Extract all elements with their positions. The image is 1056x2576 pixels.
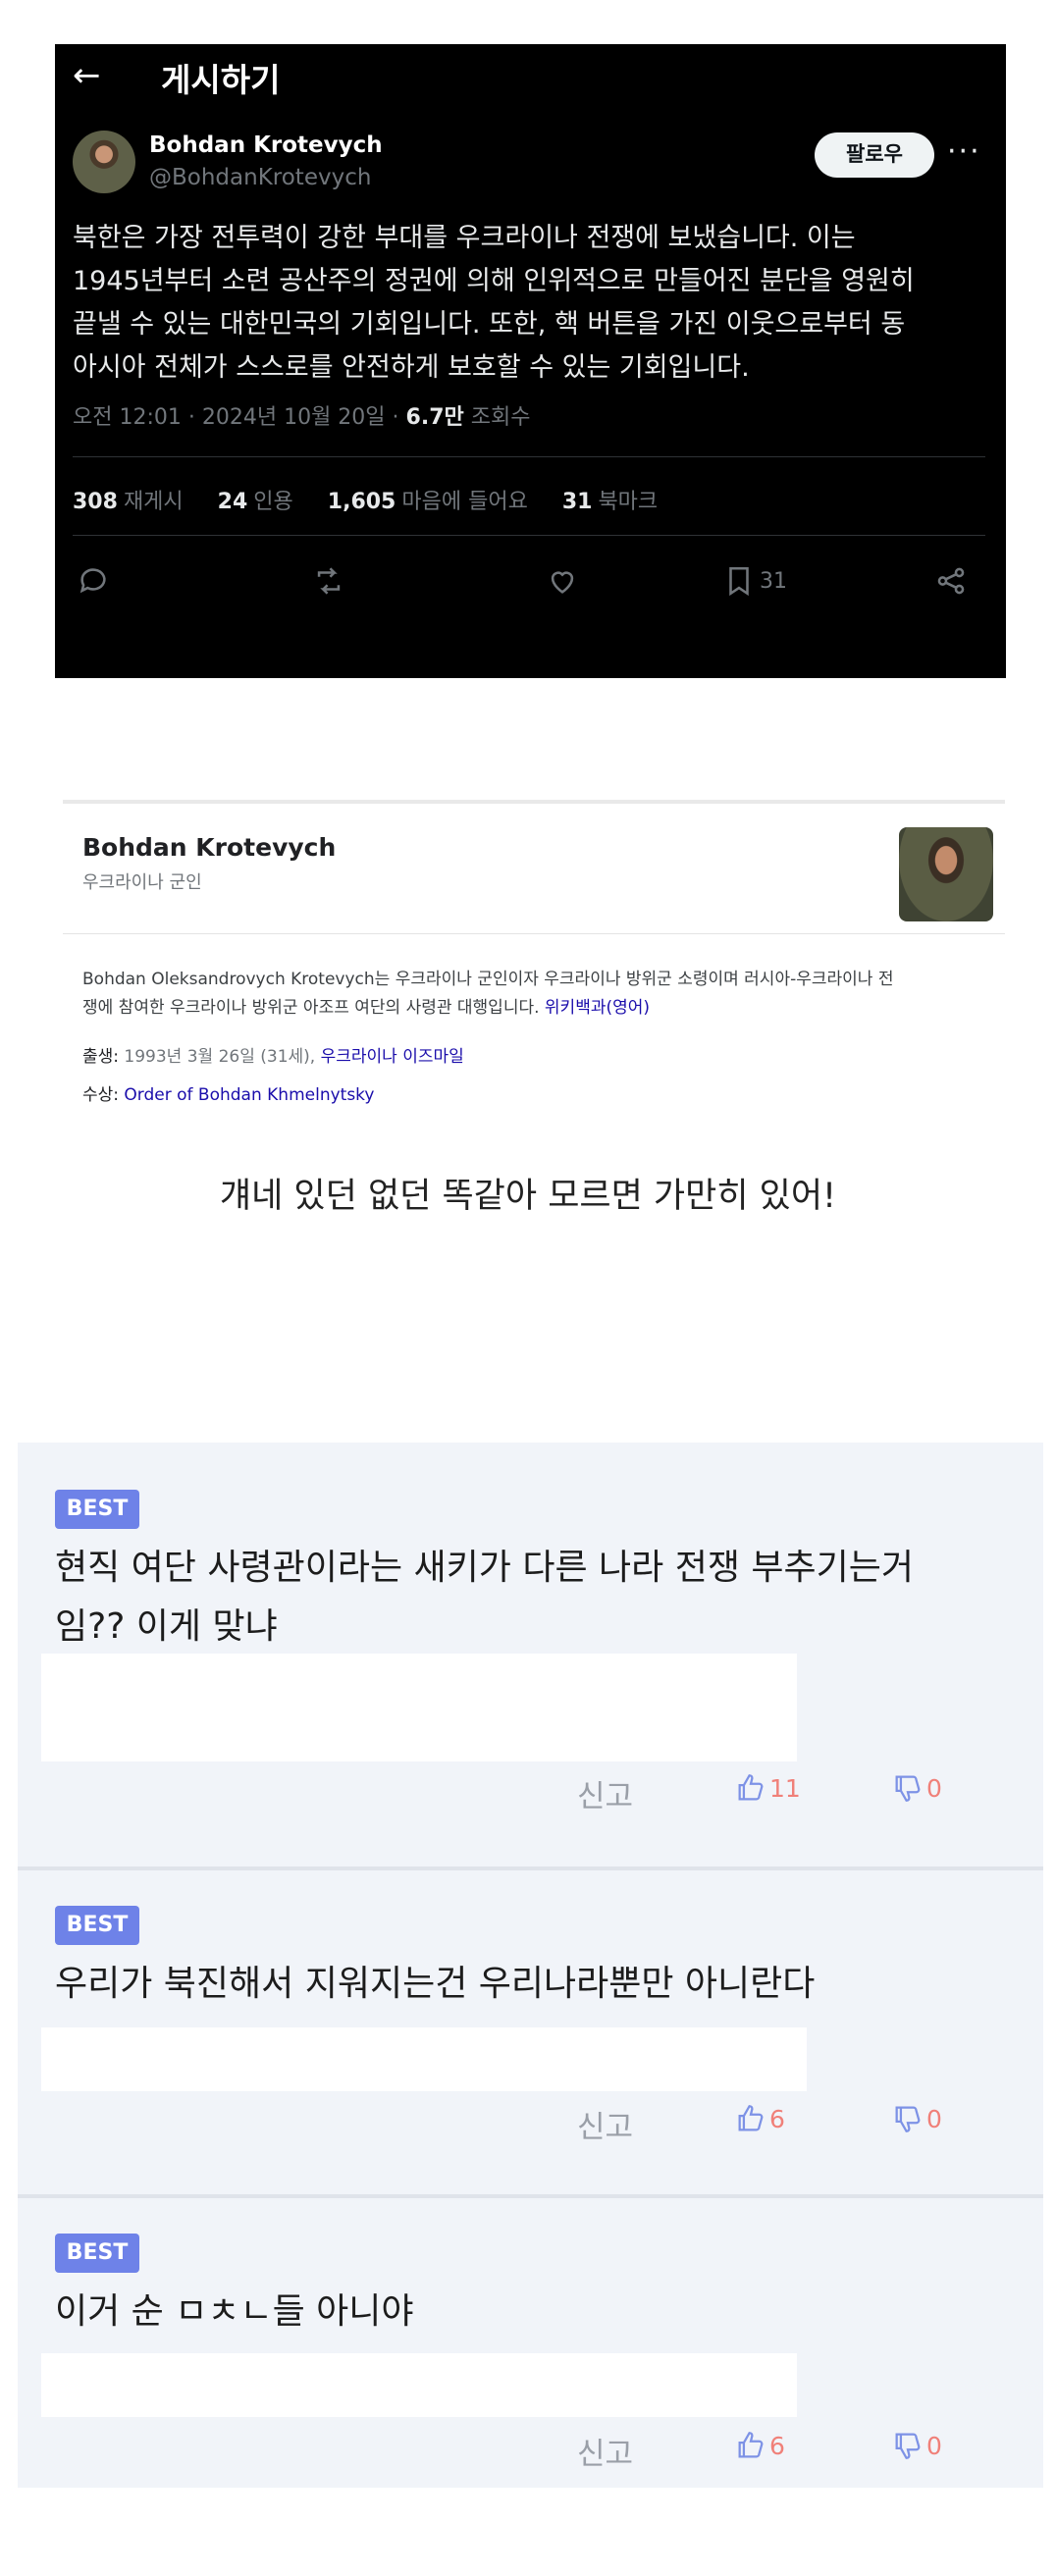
tweet-body-line: 북한은 가장 전투력이 강한 부대를 우크라이나 전쟁에 보냈습니다. 이는 [73, 223, 856, 253]
dislike-count: 0 [926, 1773, 942, 1803]
dislike-count: 0 [926, 2431, 942, 2460]
thumbs-down-icon [895, 2433, 921, 2459]
born-label: 출생: [82, 1047, 120, 1067]
arrow-left-icon[interactable]: ← [73, 56, 101, 95]
repost-count: 308 [73, 490, 118, 514]
comment-text-line: 현직 여단 사령관이라는 새키가 다른 나라 전쟁 부추기는거 [55, 1548, 914, 1588]
view-count-label: 조회수 [463, 405, 531, 430]
knowledge-card: Bohdan Krotevych 우크라이나 군인 Bohdan Oleksan… [63, 800, 1005, 1110]
born-value: 1993년 3월 26일 (31세), [124, 1047, 316, 1067]
repost-icon[interactable] [312, 564, 345, 598]
divider [73, 535, 985, 536]
heart-icon[interactable] [546, 564, 579, 598]
comment-text-line: 임?? 이게 맞냐 [55, 1606, 278, 1647]
follow-button[interactable]: 팔로우 [815, 132, 934, 178]
quote-label: 인용 [253, 490, 293, 514]
thumbs-up-icon [738, 1774, 764, 1801]
post-caption: 걔네 있던 없던 똑같아 모르면 가만히 있어! [219, 1177, 837, 1216]
dislike-count: 0 [926, 2104, 942, 2133]
divider [63, 933, 1005, 934]
bookmark-stat[interactable]: 31 북마크 [562, 490, 658, 514]
tweet-screenshot: ← 게시하기 Bohdan Krotevych @BohdanKrotevych… [55, 44, 1006, 678]
blank-area [41, 2027, 807, 2091]
tweet-header-title: 게시하기 [161, 61, 281, 99]
blank-area [41, 2353, 797, 2417]
thumbs-down-icon [895, 1775, 921, 1802]
wikipedia-link[interactable]: 위키백과(영어) [545, 998, 650, 1018]
bookmark-action-count: 31 [760, 568, 787, 594]
like-label: 마음에 들어요 [401, 490, 528, 514]
description-line: Bohdan Oleksandrovych Krotevych는 우크라이나 군… [82, 970, 894, 989]
comment-separator [18, 1866, 1043, 1870]
best-badge: BEST [55, 2234, 139, 2273]
dislike-button[interactable]: 0 [891, 2429, 942, 2462]
like-stat[interactable]: 1,605 마음에 들어요 [328, 490, 528, 514]
thumbs-up-icon [738, 2432, 764, 2458]
report-button[interactable]: 신고 [577, 2102, 633, 2146]
author-name[interactable]: Bohdan Krotevych [149, 132, 383, 158]
repost-stat[interactable]: 308 재게시 [73, 490, 184, 514]
more-icon[interactable]: ··· [947, 134, 981, 169]
bookmark-count: 31 [561, 490, 593, 514]
tweet-meta: 오전 12:01 · 2024년 10월 20일 · 6.7만 조회수 [73, 399, 530, 431]
person-photo[interactable] [899, 827, 993, 921]
like-button[interactable]: 11 [734, 1771, 801, 1805]
comment-text: 이거 순 ㅁㅊㄴ들 아니야 [55, 2283, 1017, 2341]
view-count: 6.7만 [405, 405, 464, 430]
comment-text: 우리가 북진해서 지워지는건 우리나라뿐만 아니란다 [55, 1955, 1017, 2014]
comment-text-line: 이거 순 ㅁㅊㄴ들 아니야 [55, 2291, 414, 2332]
blank-area [41, 1654, 797, 1761]
dislike-button[interactable]: 0 [891, 2102, 942, 2135]
tweet-stats: 308 재게시 24 인용 1,605 마음에 들어요 31 북마크 [73, 484, 685, 515]
share-icon[interactable] [934, 564, 968, 598]
quote-stat[interactable]: 24 인용 [218, 490, 293, 514]
tweet-timestamp: 오전 12:01 · 2024년 10월 20일 · [73, 405, 406, 430]
bookmark-icon [729, 566, 749, 597]
like-count: 11 [769, 1773, 801, 1803]
quote-count: 24 [217, 490, 248, 514]
person-name: Bohdan Krotevych [82, 833, 337, 862]
bookmark-button[interactable]: 31 [722, 564, 787, 598]
dislike-button[interactable]: 0 [891, 1771, 942, 1805]
like-button[interactable]: 6 [734, 2102, 785, 2135]
author-handle[interactable]: @BohdanKrotevych [149, 165, 371, 190]
description-line: 쟁에 참여한 우크라이나 방위군 아조프 여단의 사령관 대행입니다. 위키백과… [82, 994, 985, 1023]
comment-text: 현직 여단 사령관이라는 새키가 다른 나라 전쟁 부추기는거 임?? 이게 맞… [55, 1539, 1017, 1656]
tweet-body-line: 아시아 전체가 스스로를 안전하게 보호할 수 있는 기회입니다. [73, 352, 750, 383]
best-badge: BEST [55, 1490, 139, 1529]
like-button[interactable]: 6 [734, 2429, 785, 2462]
person-role: 우크라이나 군인 [82, 872, 202, 893]
award-row: 수상: Order of Bohdan Khmelnytsky [82, 1080, 374, 1105]
tweet-body-line: 1945년부터 소련 공산주의 정권에 의해 인위적으로 만들어진 분단을 영원… [73, 266, 915, 296]
comment-separator [18, 2194, 1043, 2198]
bookmark-label: 북마크 [598, 490, 659, 514]
thumbs-down-icon [895, 2106, 921, 2132]
comment-icon[interactable] [77, 564, 110, 598]
avatar[interactable] [73, 131, 135, 193]
born-row: 출생: 1993년 3월 26일 (31세), 우크라이나 이즈마일 [82, 1042, 464, 1067]
repost-label: 재게시 [123, 490, 184, 514]
comment-text-line: 우리가 북진해서 지워지는건 우리나라뿐만 아니란다 [55, 1964, 816, 2004]
best-badge: BEST [55, 1906, 139, 1945]
like-count: 1,605 [327, 490, 396, 514]
tweet-body-line: 끝낼 수 있는 대한민국의 기회입니다. 또한, 핵 버튼을 가진 이웃으로부터… [73, 309, 906, 340]
tweet-body: 북한은 가장 전투력이 강한 부대를 우크라이나 전쟁에 보냈습니다. 이는 1… [73, 217, 985, 390]
person-description: Bohdan Oleksandrovych Krotevych는 우크라이나 군… [82, 966, 985, 1023]
born-place-link[interactable]: 우크라이나 이즈마일 [321, 1047, 464, 1067]
award-link[interactable]: Order of Bohdan Khmelnytsky [124, 1085, 374, 1105]
description-text: 쟁에 참여한 우크라이나 방위군 아조프 여단의 사령관 대행입니다. [82, 998, 540, 1018]
report-button[interactable]: 신고 [577, 2429, 633, 2473]
best-comments: BEST 현직 여단 사령관이라는 새키가 다른 나라 전쟁 부추기는거 임??… [18, 1443, 1043, 2488]
like-count: 6 [769, 2104, 785, 2133]
report-button[interactable]: 신고 [577, 1771, 633, 1815]
thumbs-up-icon [738, 2105, 764, 2131]
like-count: 6 [769, 2431, 785, 2460]
award-label: 수상: [82, 1085, 120, 1105]
divider [73, 456, 985, 457]
